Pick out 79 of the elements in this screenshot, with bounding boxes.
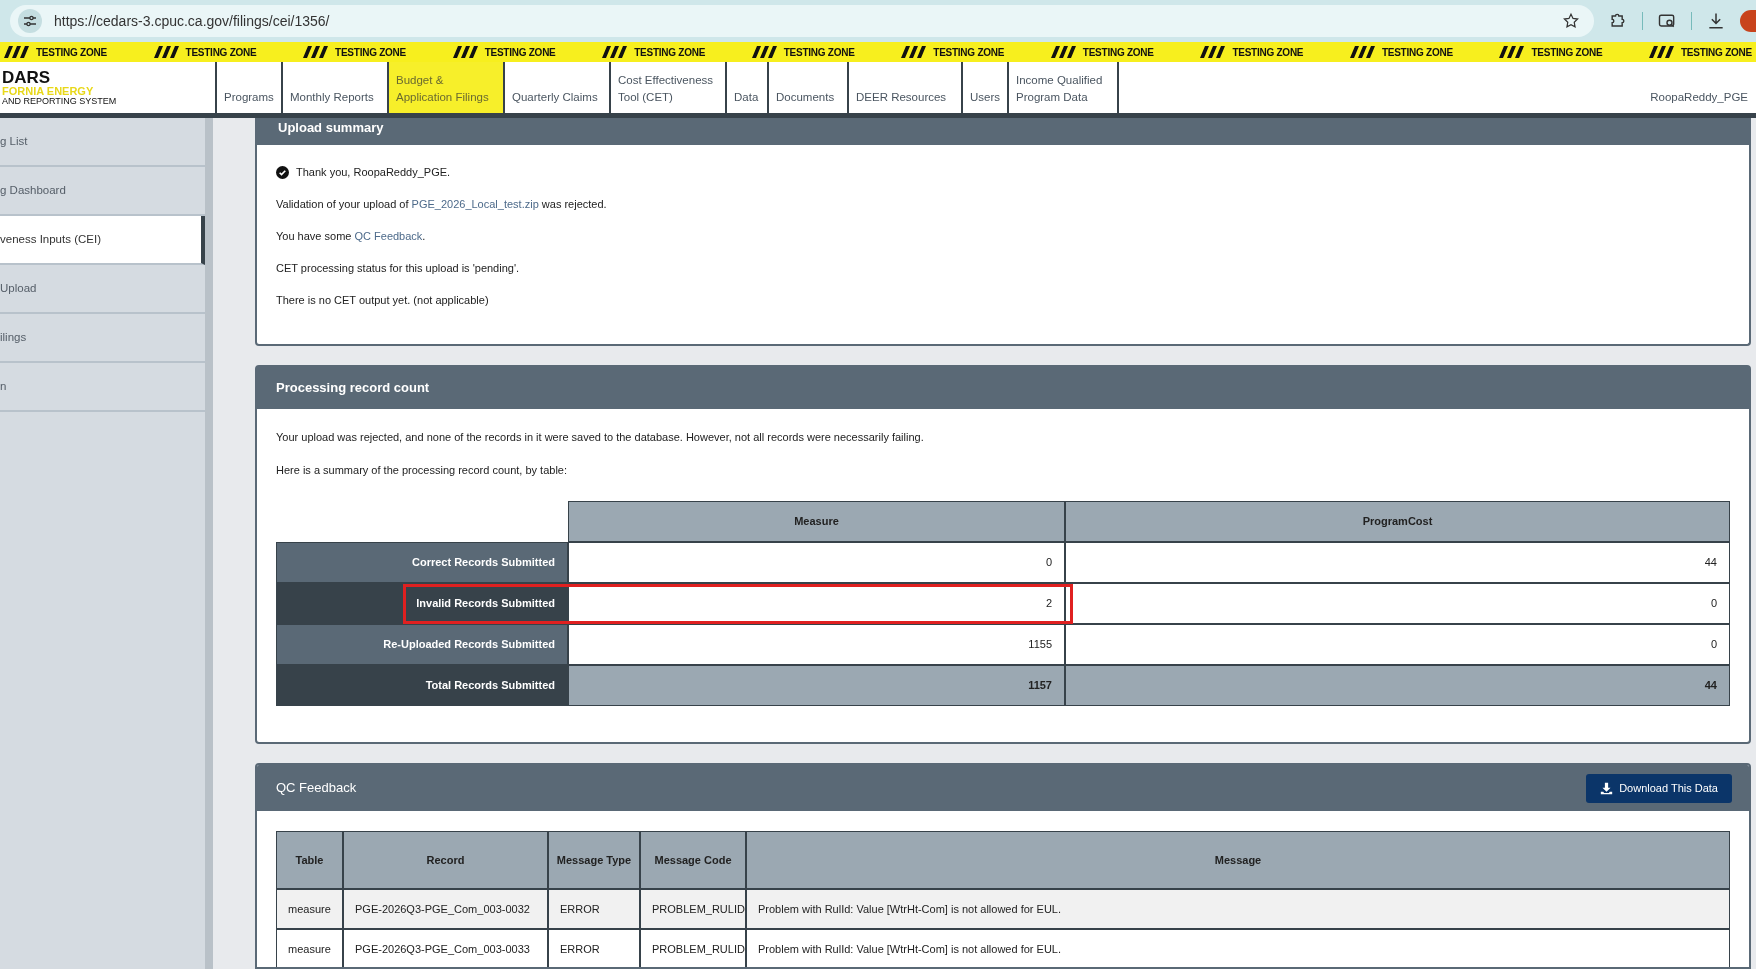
table-cell: Problem with RulId: Value [WtrHt-Com] is not allowed for EUL. [746,929,1730,967]
table-cell: 0 [1065,624,1730,665]
avatar[interactable] [1740,10,1756,32]
table-cell: measure [276,889,343,929]
column-header: Message [746,831,1730,889]
summary-text: CET processing status for this upload is 'pending'. [276,261,521,276]
row-header: Re-Uploaded Records Submitted [276,624,568,665]
table-cell: 0 [568,542,1065,583]
banner-text: TESTING ZONE [1381,45,1453,60]
table-cell: Problem with RulId: Value [WtrHt-Com] is not allowed for EUL. [746,889,1730,929]
logo-title: DARS [2,69,52,86]
url-text: https://cedars-3.cpuc.ca.gov/filings/cei/1356/ [54,11,331,31]
banner-text: TESTING ZONE [1531,45,1603,60]
table-cell: 44 [1065,665,1730,706]
row-header: Correct Records Submitted [276,542,568,583]
row-header: Total Records Submitted [276,665,568,706]
address-bar[interactable]: https://cedars-3.cpuc.ca.gov/filings/cei/1356/ [10,5,1594,37]
table-cell: measure [276,929,343,967]
banner-text: TESTING ZONE [484,45,556,60]
banner-text: TESTING ZONE [1232,45,1304,60]
logo-subtitle: FORNIA ENERGY [2,86,95,97]
slash-stripes-icon [1050,46,1077,58]
check-circle-icon [276,165,289,179]
summary-text: Thank you, RoopaReddy_PGE. [296,164,451,180]
star-icon[interactable] [1562,12,1580,30]
slash-stripes-icon [901,46,928,58]
table-cell: 1157 [568,665,1065,706]
card-title: Processing record count [276,379,430,398]
row-header: Invalid Records Submitted [276,583,568,624]
summary-text: Validation of your upload of PGE_2026_Local_test.zip was rejected. [276,197,608,212]
table-cell: ERROR [548,889,640,929]
download-icon [1600,781,1614,795]
slash-stripes-icon [153,46,180,58]
banner-text: TESTING ZONE [634,45,706,60]
nav-tab[interactable]: Income Qualified Program Data [1007,62,1119,113]
column-header: Message Type [548,831,640,889]
column-header: ProgramCost [1065,501,1730,542]
banner-text: TESTING ZONE [185,45,257,60]
banner-text: TESTING ZONE [933,45,1005,60]
sidebar-item[interactable]: veness Inputs (CEI) [0,216,205,265]
card-title: Upload summary [278,118,384,137]
banner-text: TESTING ZONE [1082,45,1154,60]
summary-link[interactable]: PGE_2026_Local_test.zip [411,198,539,210]
slash-stripes-icon [1499,46,1526,58]
banner-text: TESTING ZONE [783,45,855,60]
logo-tagline: AND REPORTING SYSTEM [2,97,118,106]
column-header: Message Code [640,831,746,889]
card-title: QC Feedback [276,779,357,798]
slash-stripes-icon [751,46,778,58]
slash-stripes-icon [1349,46,1376,58]
site-settings-icon[interactable] [18,9,42,33]
table-cell: PROBLEM_RULID [640,889,746,929]
table-cell: PGE-2026Q3-PGE_Com_003-0033 [343,929,548,967]
banner-text: TESTING ZONE [335,45,406,60]
column-header: Table [276,831,343,889]
banner-text: TESTING ZONE [36,45,107,60]
summary-text: There is no CET output yet. (not applicable) [276,293,490,308]
slash-stripes-icon [303,46,330,58]
banner-text: TESTING ZONE [1681,45,1752,60]
table-cell: PROBLEM_RULID [640,929,746,967]
description-text: Here is a summary of the processing record count, by table: [276,463,569,478]
slash-stripes-icon [602,46,629,58]
download-button[interactable]: Download This Data [1586,773,1732,803]
table-cell: 44 [1065,542,1730,583]
summary-text: You have some QC Feedback. [276,229,427,244]
slash-stripes-icon [1649,46,1675,58]
slash-stripes-icon [4,46,30,58]
table-cell: PGE-2026Q3-PGE_Com_003-0032 [343,889,548,929]
description-text: Your upload was rejected, and none of the records in it were saved to the database. However, not all records were necessarily failing. [276,430,925,445]
download-icon[interactable] [1706,11,1726,31]
table-cell: 0 [1065,583,1730,624]
nav-tab[interactable]: Budget & Application Filings [387,62,503,113]
slash-stripes-icon [1200,46,1227,58]
table-cell: ERROR [548,929,640,967]
column-header: Record [343,831,548,889]
table-cell: 1155 [568,624,1065,665]
user-name[interactable]: RoopaReddy_PGE [1650,88,1748,106]
slash-stripes-icon [452,46,479,58]
column-header: Measure [568,501,1065,542]
